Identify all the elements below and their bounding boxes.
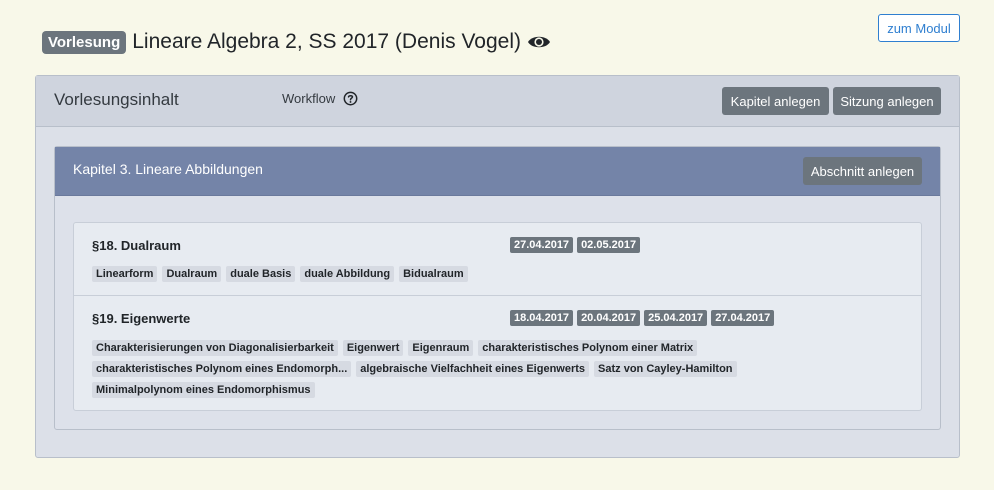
chapter-title: Kapitel 3. Lineare Abbildungen: [73, 161, 263, 177]
section-tags: Charakterisierungen von Diagonalisierbar…: [92, 340, 752, 398]
tag[interactable]: charakteristisches Polynom eines Endomor…: [92, 361, 352, 377]
tag[interactable]: duale Basis: [226, 266, 296, 282]
section-dates: 27.04.2017 02.05.2017: [510, 237, 641, 253]
section-title[interactable]: §19. Eigenwerte: [92, 311, 190, 326]
vorlesung-badge: Vorlesung: [42, 30, 127, 54]
abschnitt-anlegen-button[interactable]: Abschnitt anlegen: [803, 157, 922, 185]
question-circle-icon[interactable]: [343, 91, 358, 106]
content-card-header: Vorlesungsinhalt Workflow Kapitel anlege…: [36, 76, 959, 127]
content-title: Vorlesungsinhalt: [54, 90, 179, 109]
chapter-header: Kapitel 3. Lineare Abbildungen Abschnitt…: [55, 147, 940, 196]
tag[interactable]: Linearform: [92, 266, 158, 282]
tag[interactable]: Bidualraum: [399, 266, 468, 282]
sitzung-anlegen-button[interactable]: Sitzung anlegen: [833, 87, 941, 115]
tag[interactable]: Eigenwert: [342, 340, 404, 356]
tag[interactable]: Minimalpolynom eines Endomorphismus: [92, 382, 315, 398]
kapitel-anlegen-button[interactable]: Kapitel anlegen: [722, 87, 829, 115]
workflow-label: Workflow: [282, 91, 336, 106]
section-tags: Linearform Dualraum duale Basis duale Ab…: [92, 266, 792, 282]
page-title: Lineare Algebra 2, SS 2017 (Denis Vogel): [132, 30, 521, 53]
tag[interactable]: Dualraum: [162, 266, 222, 282]
content-card: Vorlesungsinhalt Workflow Kapitel anlege…: [35, 75, 960, 458]
date-badge[interactable]: 02.05.2017: [577, 237, 641, 253]
zum-modul-button[interactable]: zum Modul: [878, 14, 960, 42]
section-dates: 18.04.2017 20.04.2017 25.04.2017 27.04.2…: [510, 310, 775, 326]
tag[interactable]: charakteristisches Polynom einer Matrix: [478, 340, 698, 356]
page-title-row: Vorlesung Lineare Algebra 2, SS 2017 (De…: [42, 29, 551, 55]
tag[interactable]: Satz von Cayley-Hamilton: [594, 361, 737, 377]
tag[interactable]: Eigenraum: [408, 340, 474, 356]
tag[interactable]: duale Abbildung: [300, 266, 395, 282]
date-badge[interactable]: 27.04.2017: [510, 237, 574, 253]
section-item: §19. Eigenwerte 18.04.2017 20.04.2017 25…: [74, 296, 921, 411]
date-badge[interactable]: 20.04.2017: [577, 310, 641, 326]
section-list: §18. Dualraum 27.04.2017 02.05.2017 Line…: [73, 222, 922, 411]
section-item: §18. Dualraum 27.04.2017 02.05.2017 Line…: [74, 223, 921, 296]
tag[interactable]: Charakterisierungen von Diagonalisierbar…: [92, 340, 338, 356]
chapter-card: Kapitel 3. Lineare Abbildungen Abschnitt…: [54, 146, 941, 430]
section-title[interactable]: §18. Dualraum: [92, 238, 181, 253]
date-badge[interactable]: 25.04.2017: [644, 310, 708, 326]
date-badge[interactable]: 27.04.2017: [711, 310, 775, 326]
eye-icon[interactable]: [527, 33, 551, 51]
date-badge[interactable]: 18.04.2017: [510, 310, 574, 326]
tag[interactable]: algebraische Vielfachheit eines Eigenwer…: [356, 361, 590, 377]
workflow: Workflow: [282, 91, 358, 106]
